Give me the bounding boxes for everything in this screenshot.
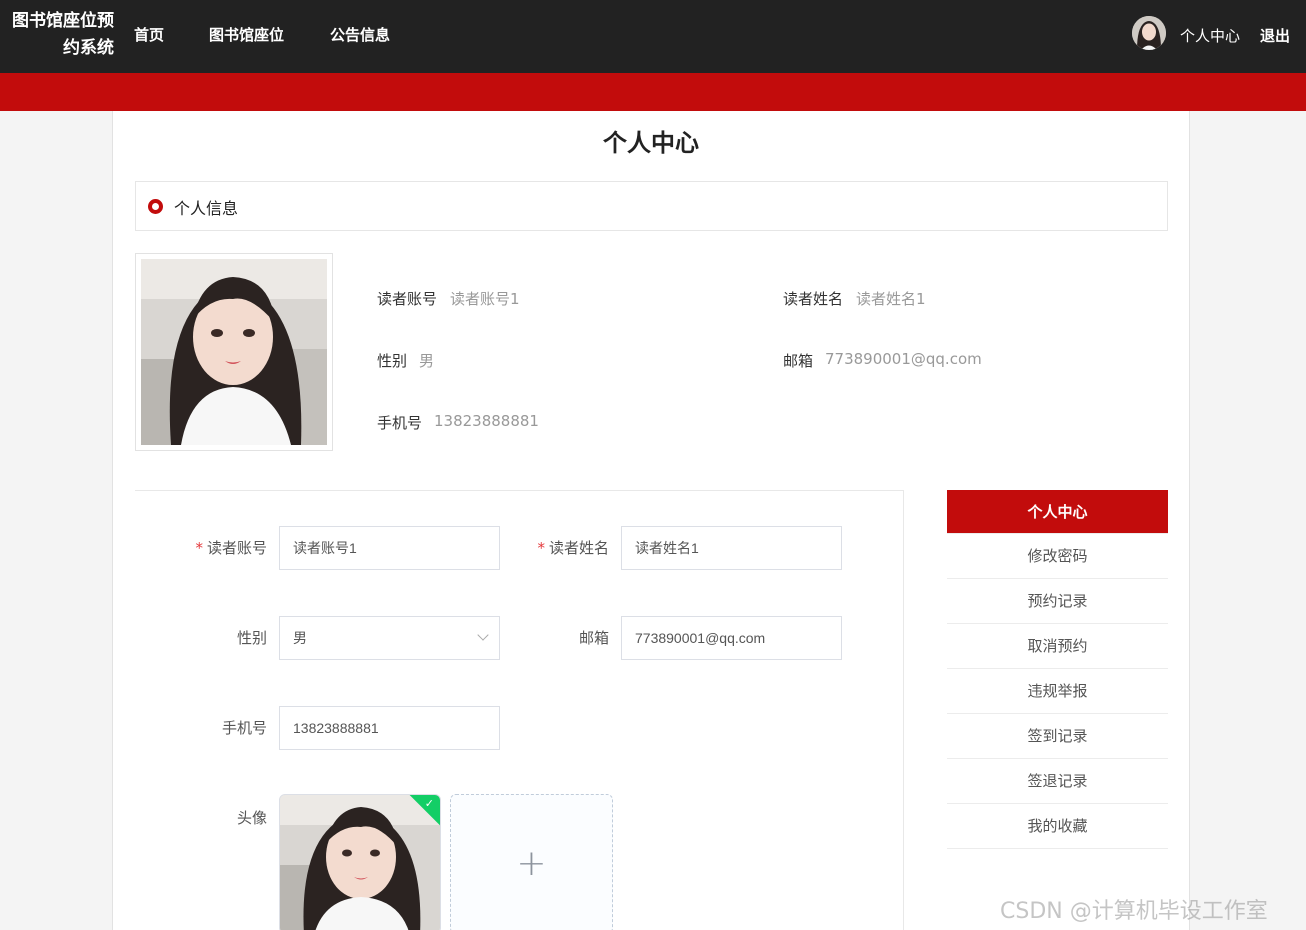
menu-item-change-password[interactable]: 修改密码 <box>947 534 1168 579</box>
site-brand[interactable]: 图书馆座位预约系统 <box>6 8 114 62</box>
nav-announcements[interactable]: 公告信息 <box>330 24 390 45</box>
user-center-link[interactable]: 个人中心 <box>1180 25 1240 46</box>
menu-item-reservations[interactable]: 预约记录 <box>947 579 1168 624</box>
info-gender-label: 性别 <box>377 352 408 370</box>
email-input[interactable]: 773890001@qq.com <box>621 616 842 660</box>
form-account-label-text: 读者账号 <box>206 539 267 557</box>
menu-item-violation-report[interactable]: 违规举报 <box>947 669 1168 714</box>
user-avatar[interactable] <box>1132 16 1166 50</box>
section-title: 个人信息 <box>174 199 239 218</box>
required-mark: * <box>195 539 203 557</box>
info-email-value: 773890001@qq.com <box>825 350 982 368</box>
accent-banner <box>0 73 1306 111</box>
info-name-label: 读者姓名 <box>783 290 844 308</box>
required-mark: * <box>537 539 545 557</box>
check-icon: ✓ <box>424 797 434 810</box>
form-phone-label: 手机号 <box>221 719 267 737</box>
main-card: 个人中心 个人信息 读者账号 读者账号1 读者姓名 读者姓名1 性别 男 邮箱 … <box>112 111 1190 930</box>
account-input[interactable]: 读者账号1 <box>279 526 500 570</box>
gender-select-value: 男 <box>293 630 307 646</box>
upload-avatar-button[interactable]: + <box>450 794 613 930</box>
info-phone-value: 13823888881 <box>434 412 539 430</box>
side-menu: 个人中心 修改密码 预约记录 取消预约 违规举报 签到记录 签退记录 我的收藏 <box>947 490 1168 849</box>
menu-item-checkout-records[interactable]: 签退记录 <box>947 759 1168 804</box>
form-divider <box>135 490 903 491</box>
chevron-down-icon <box>477 629 489 641</box>
personal-info-header: 个人信息 <box>135 181 1168 231</box>
top-navbar: 图书馆座位预约系统 首页 图书馆座位 公告信息 个人中心 退出 <box>0 0 1306 73</box>
menu-item-checkin-records[interactable]: 签到记录 <box>947 714 1168 759</box>
menu-item-favorites[interactable]: 我的收藏 <box>947 804 1168 849</box>
form-name-label: * 读者姓名 <box>495 537 609 558</box>
form-name-label-text: 读者姓名 <box>548 539 609 557</box>
info-gender-value: 男 <box>419 352 435 370</box>
menu-item-user-center[interactable]: 个人中心 <box>947 490 1168 534</box>
info-email-label: 邮箱 <box>783 352 814 370</box>
form-avatar-label: 头像 <box>236 809 267 827</box>
menu-item-cancel-reservation[interactable]: 取消预约 <box>947 624 1168 669</box>
form-account-label: * 读者账号 <box>153 537 267 558</box>
info-account-value: 读者账号1 <box>450 290 520 308</box>
phone-input[interactable]: 13823888881 <box>279 706 500 750</box>
vertical-divider <box>903 490 904 930</box>
form-gender-label: 性别 <box>236 629 267 647</box>
uploaded-avatar-image <box>280 795 440 930</box>
name-input[interactable]: 读者姓名1 <box>621 526 842 570</box>
nav-library-seats[interactable]: 图书馆座位 <box>209 24 284 45</box>
watermark: CSDN @计算机毕设工作室 <box>1000 899 1268 924</box>
profile-photo <box>135 253 333 451</box>
info-account-label: 读者账号 <box>377 290 438 308</box>
uploaded-avatar[interactable]: ✓ <box>279 794 441 930</box>
profile-photo-image <box>141 259 327 445</box>
info-phone-label: 手机号 <box>377 414 423 432</box>
gender-select[interactable]: 男 <box>279 616 500 660</box>
nav-home[interactable]: 首页 <box>134 24 164 45</box>
logout-link[interactable]: 退出 <box>1260 25 1290 46</box>
plus-icon: + <box>516 843 547 884</box>
info-name-value: 读者姓名1 <box>856 290 926 308</box>
section-dot-icon <box>148 199 163 214</box>
form-email-label: 邮箱 <box>578 629 609 647</box>
page-title: 个人中心 <box>603 129 699 157</box>
